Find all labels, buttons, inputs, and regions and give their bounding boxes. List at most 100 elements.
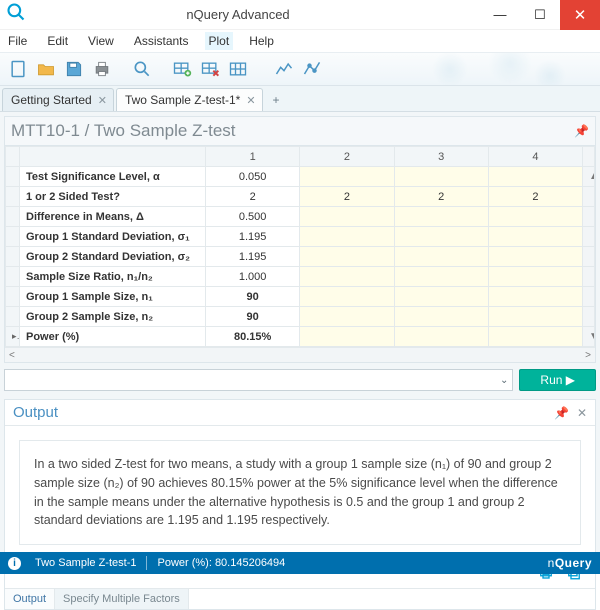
cell[interactable] — [488, 227, 582, 247]
run-row: ⌄ Run ▶ — [4, 369, 596, 391]
col-header[interactable]: 2 — [300, 147, 394, 167]
row-label: Sample Size Ratio, n₁/n₂ — [20, 267, 206, 287]
tab-getting-started[interactable]: Getting Started ✕ — [2, 88, 114, 111]
toolbar — [0, 52, 600, 86]
maximize-button[interactable]: ☐ — [520, 0, 560, 30]
cell[interactable] — [394, 267, 488, 287]
print-icon[interactable] — [90, 57, 114, 81]
open-icon[interactable] — [34, 57, 58, 81]
pin-icon[interactable]: 📌 — [574, 124, 589, 138]
cell[interactable] — [488, 327, 582, 347]
close-icon[interactable]: ✕ — [98, 94, 107, 107]
row-label: Test Significance Level, α — [20, 167, 206, 187]
tab-two-sample-z[interactable]: Two Sample Z-test-1* ✕ — [116, 88, 263, 111]
chevron-down-icon: ⌄ — [500, 375, 508, 386]
cell[interactable] — [488, 267, 582, 287]
cell[interactable] — [300, 327, 394, 347]
row-ratio: Sample Size Ratio, n₁/n₂ 1.000 — [6, 267, 595, 287]
cell[interactable] — [394, 227, 488, 247]
row-label: Group 1 Standard Deviation, σ₁ — [20, 227, 206, 247]
menu-file[interactable]: File — [4, 32, 31, 50]
cell[interactable]: 2 — [206, 187, 300, 207]
scroll-left-icon[interactable]: < — [9, 350, 15, 361]
row-marker-icon: ▸ — [6, 327, 20, 347]
table-delete-icon[interactable] — [198, 57, 222, 81]
cell[interactable]: 2 — [300, 187, 394, 207]
cell[interactable] — [300, 307, 394, 327]
status-power: Power (%): 80.145206494 — [157, 557, 285, 569]
row-label: 1 or 2 Sided Test? — [20, 187, 206, 207]
zoom-icon[interactable] — [130, 57, 154, 81]
cell[interactable] — [300, 207, 394, 227]
save-icon[interactable] — [62, 57, 86, 81]
row-power: ▸ Power (%) 80.15% ▼ — [6, 327, 595, 347]
window-title: nQuery Advanced — [0, 7, 480, 22]
row-sd2: Group 2 Standard Deviation, σ₂ 1.195 — [6, 247, 595, 267]
cell[interactable] — [488, 167, 582, 187]
cell[interactable]: 90 — [206, 287, 300, 307]
col-header[interactable]: 3 — [394, 147, 488, 167]
cell[interactable] — [300, 247, 394, 267]
menu-assistants[interactable]: Assistants — [130, 32, 193, 50]
cell[interactable] — [488, 247, 582, 267]
menu-edit[interactable]: Edit — [43, 32, 72, 50]
cell[interactable]: 1.195 — [206, 247, 300, 267]
row-label: Power (%) — [20, 327, 206, 347]
analysis-title: MTT10-1 / Two Sample Z-test — [11, 121, 236, 141]
cell[interactable]: 2 — [488, 187, 582, 207]
cell[interactable] — [488, 307, 582, 327]
status-doc: Two Sample Z-test-1 — [35, 557, 136, 569]
scroll-right-icon[interactable]: > — [585, 350, 591, 361]
cell[interactable]: 2 — [394, 187, 488, 207]
tab-label: Getting Started — [11, 93, 92, 107]
analysis-header: MTT10-1 / Two Sample Z-test 📌 — [4, 116, 596, 145]
cell[interactable]: 90 — [206, 307, 300, 327]
status-bar: i Two Sample Z-test-1 Power (%): 80.1452… — [0, 552, 600, 574]
row-n1: Group 1 Sample Size, n₁ 90 — [6, 287, 595, 307]
new-doc-icon[interactable] — [6, 57, 30, 81]
scatter-chart-icon[interactable] — [300, 57, 324, 81]
cell[interactable] — [300, 267, 394, 287]
row-label: Group 1 Sample Size, n₁ — [20, 287, 206, 307]
row-label: Group 2 Sample Size, n₂ — [20, 307, 206, 327]
menu-help[interactable]: Help — [245, 32, 278, 50]
pin-icon[interactable]: 📌 — [554, 406, 569, 420]
cell[interactable] — [488, 287, 582, 307]
output-tab-output[interactable]: Output — [5, 589, 55, 609]
tab-add-button[interactable]: + — [265, 89, 288, 111]
solve-for-select[interactable]: ⌄ — [4, 369, 513, 391]
row-label: Difference in Means, Δ — [20, 207, 206, 227]
column-headers: 1 2 3 4 — [6, 147, 595, 167]
row-sd1: Group 1 Standard Deviation, σ₁ 1.195 — [6, 227, 595, 247]
cell[interactable] — [300, 167, 394, 187]
cell[interactable]: 80.15% — [206, 327, 300, 347]
horizontal-scrollbar[interactable]: < > — [5, 347, 595, 362]
cell[interactable] — [394, 207, 488, 227]
cell[interactable] — [394, 307, 488, 327]
table-insert-icon[interactable] — [170, 57, 194, 81]
close-button[interactable]: ✕ — [560, 0, 600, 30]
menu-view[interactable]: View — [84, 32, 118, 50]
table-icon[interactable] — [226, 57, 250, 81]
cell[interactable]: 1.000 — [206, 267, 300, 287]
run-button[interactable]: Run ▶ — [519, 369, 596, 391]
close-icon[interactable]: ✕ — [577, 406, 587, 420]
close-icon[interactable]: ✕ — [246, 94, 255, 107]
menu-plot[interactable]: Plot — [205, 32, 234, 50]
tab-label: Two Sample Z-test-1* — [125, 93, 240, 107]
cell[interactable] — [394, 327, 488, 347]
cell[interactable] — [394, 167, 488, 187]
cell[interactable]: 1.195 — [206, 227, 300, 247]
cell[interactable] — [394, 287, 488, 307]
col-header[interactable]: 4 — [488, 147, 582, 167]
minimize-button[interactable]: — — [480, 0, 520, 30]
cell[interactable] — [300, 287, 394, 307]
cell[interactable]: 0.500 — [206, 207, 300, 227]
col-header[interactable]: 1 — [206, 147, 300, 167]
cell[interactable] — [394, 247, 488, 267]
line-chart-icon[interactable] — [272, 57, 296, 81]
cell[interactable] — [300, 227, 394, 247]
output-tab-multi[interactable]: Specify Multiple Factors — [55, 589, 189, 609]
cell[interactable]: 0.050 — [206, 167, 300, 187]
cell[interactable] — [488, 207, 582, 227]
